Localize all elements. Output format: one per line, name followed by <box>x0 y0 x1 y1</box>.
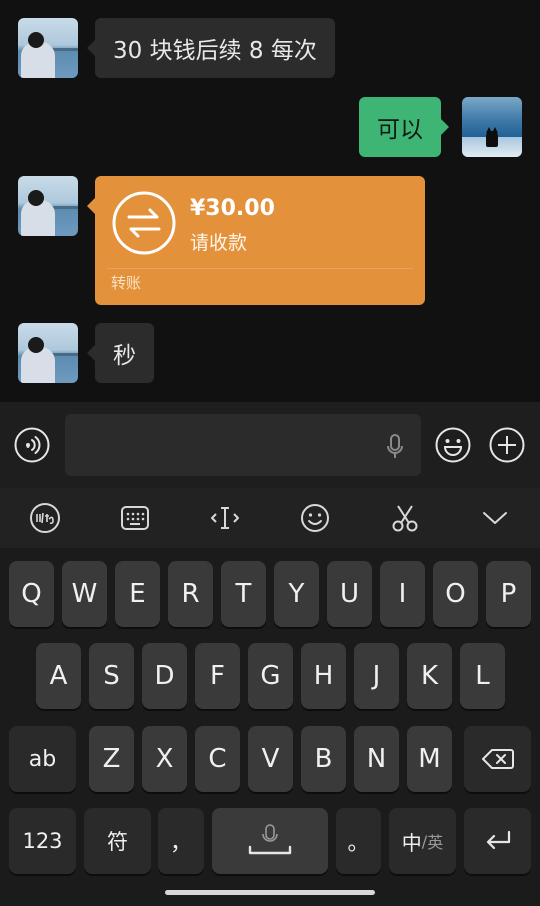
contact-avatar[interactable] <box>18 323 78 383</box>
key-l[interactable]: L <box>460 643 505 709</box>
contact-avatar[interactable] <box>18 18 78 78</box>
chevron-down-icon[interactable] <box>479 502 511 534</box>
transfer-divider <box>107 268 413 269</box>
keyboard: Q W E R T Y U I O P A S D F G H J K L ab… <box>0 548 540 906</box>
transfer-label: 转账 <box>111 274 142 292</box>
transfer-card[interactable]: ¥30.00 请收款 转账 <box>87 176 425 305</box>
key-q[interactable]: Q <box>9 561 54 627</box>
key-m[interactable]: M <box>407 726 452 792</box>
add-icon[interactable] <box>489 427 525 463</box>
voice-input-icon[interactable] <box>14 427 50 463</box>
key-symbols[interactable]: 符 <box>84 808 151 874</box>
input-bar <box>0 402 540 488</box>
enter-key[interactable] <box>464 808 531 874</box>
keyboard-icon[interactable] <box>119 502 151 534</box>
contact-avatar[interactable] <box>18 176 78 236</box>
my-avatar[interactable] <box>462 97 522 157</box>
key-ab[interactable]: ab <box>9 726 76 792</box>
key-t[interactable]: T <box>221 561 266 627</box>
key-v[interactable]: V <box>248 726 293 792</box>
key-k[interactable]: K <box>407 643 452 709</box>
key-comma[interactable]: ， <box>158 808 204 874</box>
key-g[interactable]: G <box>248 643 293 709</box>
message-text: 可以 <box>377 117 423 143</box>
key-period[interactable]: 。 <box>336 808 381 874</box>
lang-main: 中 <box>401 830 422 855</box>
key-a[interactable]: A <box>36 643 81 709</box>
key-j[interactable]: J <box>354 643 399 709</box>
key-o[interactable]: O <box>433 561 478 627</box>
transfer-icon <box>111 190 177 256</box>
key-b[interactable]: B <box>301 726 346 792</box>
key-c[interactable]: C <box>195 726 240 792</box>
key-n[interactable]: N <box>354 726 399 792</box>
cursor-icon[interactable] <box>209 502 241 534</box>
key-h[interactable]: H <box>301 643 346 709</box>
message-text: 30 块钱后续 8 每次 <box>113 38 317 64</box>
key-r[interactable]: R <box>168 561 213 627</box>
handwriting-icon[interactable] <box>29 502 61 534</box>
scissors-icon[interactable] <box>389 502 421 534</box>
message-bubble-outgoing[interactable]: 可以 <box>359 97 449 157</box>
key-u[interactable]: U <box>327 561 372 627</box>
backspace-icon <box>481 749 514 769</box>
message-bubble[interactable]: 秒 <box>87 323 154 383</box>
transfer-subtitle: 请收款 <box>190 232 248 254</box>
key-x[interactable]: X <box>142 726 187 792</box>
message-bubble[interactable]: 30 块钱后续 8 每次 <box>87 18 335 78</box>
message-input[interactable] <box>65 414 421 476</box>
home-indicator[interactable] <box>165 890 375 895</box>
key-d[interactable]: D <box>142 643 187 709</box>
key-z[interactable]: Z <box>89 726 134 792</box>
space-microphone-icon <box>248 824 292 855</box>
emoji-icon[interactable] <box>299 502 331 534</box>
enter-icon <box>486 830 510 850</box>
backspace-key[interactable] <box>464 726 531 792</box>
chat-area[interactable]: 30 块钱后续 8 每次 可以 ¥30.00 请收款 转账 秒 <box>0 0 540 402</box>
keyboard-toolbar <box>0 488 540 548</box>
key-y[interactable]: Y <box>274 561 319 627</box>
key-123[interactable]: 123 <box>9 808 76 874</box>
message-text: 秒 <box>113 343 136 369</box>
space-key[interactable] <box>212 808 328 874</box>
key-w[interactable]: W <box>62 561 107 627</box>
key-i[interactable]: I <box>380 561 425 627</box>
key-p[interactable]: P <box>486 561 531 627</box>
microphone-icon[interactable] <box>385 433 405 461</box>
emoji-icon[interactable] <box>435 427 471 463</box>
key-f[interactable]: F <box>195 643 240 709</box>
key-s[interactable]: S <box>89 643 134 709</box>
key-e[interactable]: E <box>115 561 160 627</box>
transfer-amount: ¥30.00 <box>190 196 275 221</box>
language-switch-key[interactable]: 中 / 英 <box>389 808 456 874</box>
lang-alt: 英 <box>427 833 444 852</box>
